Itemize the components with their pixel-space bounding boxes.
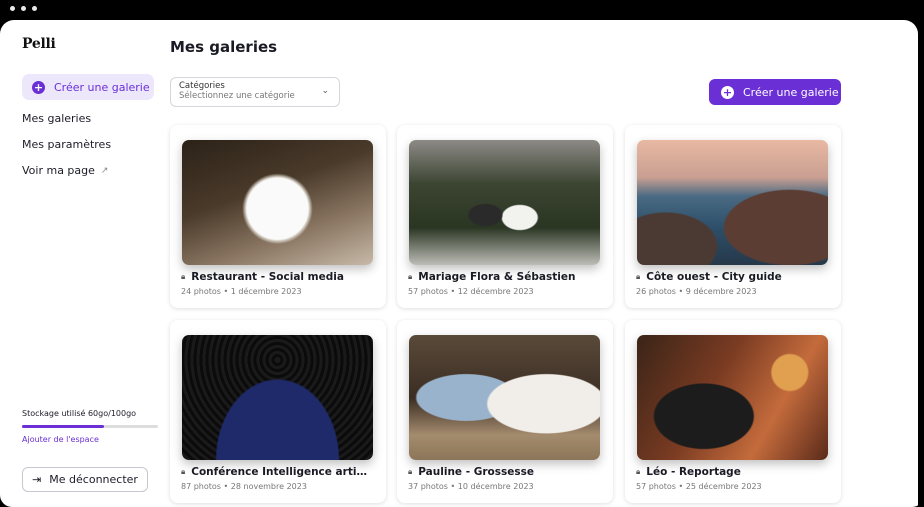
gallery-meta: 26 photos • 9 décembre 2023 [636,287,757,296]
sidebar: Pelli + Créer une galerie Mes galeries M… [0,20,170,507]
sidebar-item-my-galleries[interactable]: Mes galeries [22,112,91,125]
lock-icon: 🔒︎ [636,272,641,281]
gallery-title-row: 🔒︎ Restaurant - Social media [181,271,377,283]
sidebar-item-settings[interactable]: Mes paramètres [22,138,111,151]
storage-label: Stockage utilisé 60go/100go [22,409,136,418]
gallery-thumbnail [409,140,600,265]
storage-value: 60go/100go [87,409,137,418]
external-link-icon: ↗ [100,165,109,176]
plus-circle-icon: + [32,80,45,94]
app-screen: Pelli + Créer une galerie Mes galeries M… [0,20,918,507]
gallery-title-row: 🔒︎ Pauline - Grossesse [408,466,604,478]
gallery-title: Restaurant - Social media [191,271,344,283]
gallery-title: Côte ouest - City guide [646,271,782,283]
window-dot-minimize[interactable] [21,6,26,11]
app-window: Pelli + Créer une galerie Mes galeries M… [0,0,924,507]
window-dot-close[interactable] [10,6,15,11]
category-select[interactable]: Catégories Sélectionnez une catégorie ⌄ [170,77,340,107]
gallery-card-pregnancy[interactable]: 🔒︎ Pauline - Grossesse 37 photos • 10 dé… [397,320,613,503]
lock-icon: 🔒︎ [181,467,186,476]
logout-label: Me déconnecter [49,473,138,486]
window-controls [10,6,37,11]
logout-icon: ⇥ [32,473,42,486]
gallery-thumbnail [182,140,373,265]
gallery-thumbnail [637,335,828,460]
lock-icon: 🔒︎ [181,272,186,281]
create-gallery-label: Créer une galerie [743,85,839,99]
sidebar-item-label: Voir ma page [22,164,95,177]
storage-progress-bar [22,425,158,428]
gallery-meta: 87 photos • 28 novembre 2023 [181,482,307,491]
create-gallery-sidebar-button[interactable]: + Créer une galerie [22,74,154,100]
storage-progress-fill [22,425,104,428]
gallery-card-wedding[interactable]: 🔒︎ Mariage Flora & Sébastien 57 photos •… [397,125,613,308]
create-gallery-button[interactable]: + Créer une galerie [709,79,841,105]
gallery-title: Mariage Flora & Sébastien [418,271,576,283]
logout-button[interactable]: ⇥ Me déconnecter [22,467,148,492]
sidebar-item-view-page[interactable]: Voir ma page ↗ [22,164,108,177]
gallery-title-row: 🔒︎ Conférence Intelligence artificiel... [181,466,377,478]
category-select-placeholder: Sélectionnez une catégorie [179,91,295,101]
gallery-card-restaurant[interactable]: 🔒︎ Restaurant - Social media 24 photos •… [170,125,386,308]
category-select-label: Catégories [179,81,225,91]
lock-icon: 🔒︎ [408,272,413,281]
gallery-card-conference[interactable]: 🔒︎ Conférence Intelligence artificiel...… [170,320,386,503]
gallery-title: Léo - Reportage [646,466,741,478]
gallery-title-row: 🔒︎ Mariage Flora & Sébastien [408,271,604,283]
window-dot-maximize[interactable] [32,6,37,11]
gallery-title-row: 🔒︎ Côte ouest - City guide [636,271,832,283]
gallery-thumbnail [637,140,828,265]
gallery-thumbnail [182,335,373,460]
page-title: Mes galeries [170,38,278,56]
gallery-card-coast[interactable]: 🔒︎ Côte ouest - City guide 26 photos • 9… [625,125,841,308]
add-storage-link[interactable]: Ajouter de l'espace [22,435,99,444]
gallery-title-row: 🔒︎ Léo - Reportage [636,466,832,478]
chevron-down-icon: ⌄ [321,86,329,96]
gallery-title: Conférence Intelligence artificiel... [191,466,373,478]
gallery-card-reportage[interactable]: 🔒︎ Léo - Reportage 57 photos • 25 décemb… [625,320,841,503]
lock-icon: 🔒︎ [408,467,413,476]
logo[interactable]: Pelli [22,36,56,52]
plus-circle-icon: + [721,85,734,99]
gallery-meta: 57 photos • 25 décembre 2023 [636,482,762,491]
lock-icon: 🔒︎ [636,467,641,476]
storage-label-text: Stockage utilisé [22,409,86,418]
gallery-meta: 37 photos • 10 décembre 2023 [408,482,534,491]
gallery-thumbnail [409,335,600,460]
gallery-meta: 24 photos • 1 décembre 2023 [181,287,302,296]
create-gallery-label: Créer une galerie [54,80,150,94]
gallery-title: Pauline - Grossesse [418,466,534,478]
gallery-meta: 57 photos • 12 décembre 2023 [408,287,534,296]
